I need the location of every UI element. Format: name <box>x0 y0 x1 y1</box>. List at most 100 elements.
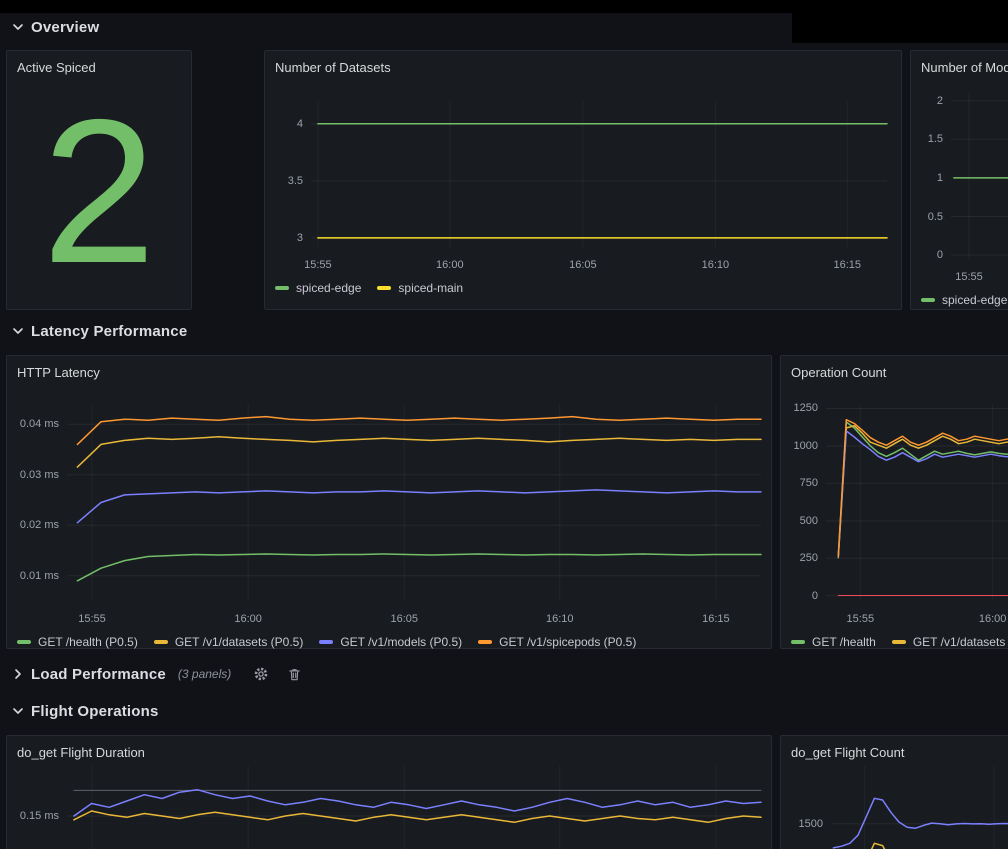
panel-count-note: (3 panels) <box>178 667 231 681</box>
y-axis-label: 1000 <box>781 440 818 452</box>
y-axis-label: 0.01 ms <box>7 570 59 582</box>
x-axis-label: 15:55 <box>304 259 332 271</box>
series-line <box>833 843 1008 849</box>
legend-item[interactable]: GET /health <box>791 635 876 649</box>
top-right-black-area <box>792 13 1008 43</box>
panel-doget-flight-duration: do_get Flight Duration 0.15 ms15:5516:00… <box>6 735 772 849</box>
x-axis-label: 15:55 <box>78 613 106 625</box>
section-load-performance[interactable]: Load Performance (3 panels) <box>12 662 302 686</box>
legend-label: GET /v1/datasets <box>913 635 1006 649</box>
legend-label: spiced-main <box>398 281 463 295</box>
legend-label: GET /v1/models (P0.5) <box>340 635 462 649</box>
legend-series-color <box>377 286 391 290</box>
chevron-down-icon <box>12 705 24 717</box>
section-settings-button[interactable] <box>253 666 269 682</box>
y-axis-label: 3.5 <box>265 175 303 187</box>
chart-canvas[interactable] <box>826 404 1008 601</box>
series-line <box>74 811 761 822</box>
panel-title[interactable]: Operation Count <box>791 365 886 380</box>
panel-title[interactable]: Number of Datasets <box>275 60 391 75</box>
series-line <box>838 431 1008 557</box>
legend-item[interactable]: spiced-edge <box>275 281 361 295</box>
legend-label: GET /health <box>812 635 876 649</box>
section-flight-operations[interactable]: Flight Operations <box>12 699 159 723</box>
panel-doget-flight-count: do_get Flight Count 150015:5516:00 <box>780 735 1008 849</box>
panel-title[interactable]: Number of Models <box>921 60 1008 75</box>
chart-canvas[interactable] <box>67 766 761 849</box>
panel-number-of-datasets: Number of Datasets 43.5315:5516:0016:051… <box>264 50 902 310</box>
x-axis-label: 16:00 <box>234 613 262 625</box>
legend-series-color <box>478 640 492 644</box>
x-axis-label: 16:15 <box>702 613 730 625</box>
series-line <box>838 422 1008 555</box>
y-axis-label: 0.03 ms <box>7 469 59 481</box>
legend-label: GET /v1/datasets (P0.5) <box>175 635 304 649</box>
legend-label: spiced-edge <box>942 293 1007 307</box>
chevron-down-icon <box>12 325 24 337</box>
legend-item[interactable]: GET /v1/spicepods (P0.5) <box>478 635 636 649</box>
trash-icon <box>287 667 302 682</box>
chart-legend: spiced-edgespiced-main <box>921 293 1008 307</box>
panel-title[interactable]: do_get Flight Count <box>791 745 904 760</box>
series-line <box>77 490 761 523</box>
y-axis-label: 0.15 ms <box>7 810 59 822</box>
y-axis-label: 0.04 ms <box>7 418 59 430</box>
stat-value: 2 <box>7 85 191 297</box>
panel-title[interactable]: HTTP Latency <box>17 365 100 380</box>
y-axis-label: 4 <box>265 118 303 130</box>
legend-label: spiced-edge <box>296 281 361 295</box>
section-label: Overview <box>31 19 99 36</box>
legend-item[interactable]: GET /v1/datasets <box>892 635 1006 649</box>
section-label: Latency Performance <box>31 323 187 340</box>
legend-series-color <box>275 286 289 290</box>
legend-series-color <box>921 298 935 302</box>
section-label: Flight Operations <box>31 703 159 720</box>
chart-legend: spiced-edge spiced-main <box>275 281 463 295</box>
legend-series-color <box>17 640 31 644</box>
panel-title[interactable]: Active Spiced <box>17 60 96 75</box>
panel-title[interactable]: do_get Flight Duration <box>17 745 145 760</box>
legend-label: GET /v1/spicepods (P0.5) <box>499 635 636 649</box>
y-axis-label: 750 <box>781 477 818 489</box>
y-axis-label: 3 <box>265 232 303 244</box>
x-axis-label: 15:55 <box>847 613 875 625</box>
x-axis-label: 15:55 <box>955 271 983 283</box>
chart-canvas[interactable] <box>951 93 1008 259</box>
legend-item[interactable]: GET /v1/datasets (P0.5) <box>154 635 304 649</box>
x-axis-label: 16:10 <box>702 259 730 271</box>
chart-canvas[interactable] <box>831 766 1008 849</box>
section-latency-performance[interactable]: Latency Performance <box>12 319 187 343</box>
legend-label: GET /health (P0.5) <box>38 635 138 649</box>
x-axis-label: 16:00 <box>979 613 1007 625</box>
x-axis-label: 16:15 <box>833 259 861 271</box>
panel-active-spiced: Active Spiced 2 <box>6 50 192 310</box>
y-axis-label: 500 <box>781 515 818 527</box>
series-line <box>77 554 761 581</box>
chevron-right-icon <box>12 668 24 680</box>
y-axis-label: 1.5 <box>911 133 943 145</box>
legend-series-color <box>892 640 906 644</box>
legend-series-color <box>791 640 805 644</box>
chart-legend: GET /health GET /v1/datasets <box>791 635 1005 649</box>
x-axis-label: 16:05 <box>391 613 419 625</box>
x-axis-label: 16:10 <box>546 613 574 625</box>
y-axis-label: 1 <box>911 172 943 184</box>
panel-http-latency: HTTP Latency 0.04 ms0.03 ms0.02 ms0.01 m… <box>6 355 772 649</box>
y-axis-label: 0.5 <box>911 211 943 223</box>
legend-item[interactable]: spiced-main <box>377 281 463 295</box>
gear-icon <box>253 666 269 682</box>
legend-item[interactable]: spiced-edge <box>921 293 1007 307</box>
section-label: Load Performance <box>31 666 166 683</box>
y-axis-label: 250 <box>781 552 818 564</box>
chart-canvas[interactable] <box>311 101 887 247</box>
legend-item[interactable]: GET /v1/models (P0.5) <box>319 635 462 649</box>
section-overview[interactable]: Overview <box>12 15 99 39</box>
chart-canvas[interactable] <box>67 404 761 601</box>
panel-operation-count: Operation Count 12501000750500250015:551… <box>780 355 1008 649</box>
grafana-dashboard: Overview Active Spiced 2 Number of Datas… <box>0 0 1008 849</box>
section-delete-button[interactable] <box>287 667 302 682</box>
y-axis-label: 1250 <box>781 402 818 414</box>
legend-item[interactable]: GET /health (P0.5) <box>17 635 138 649</box>
y-axis-label: 1500 <box>781 818 823 830</box>
y-axis-label: 0 <box>911 249 943 261</box>
